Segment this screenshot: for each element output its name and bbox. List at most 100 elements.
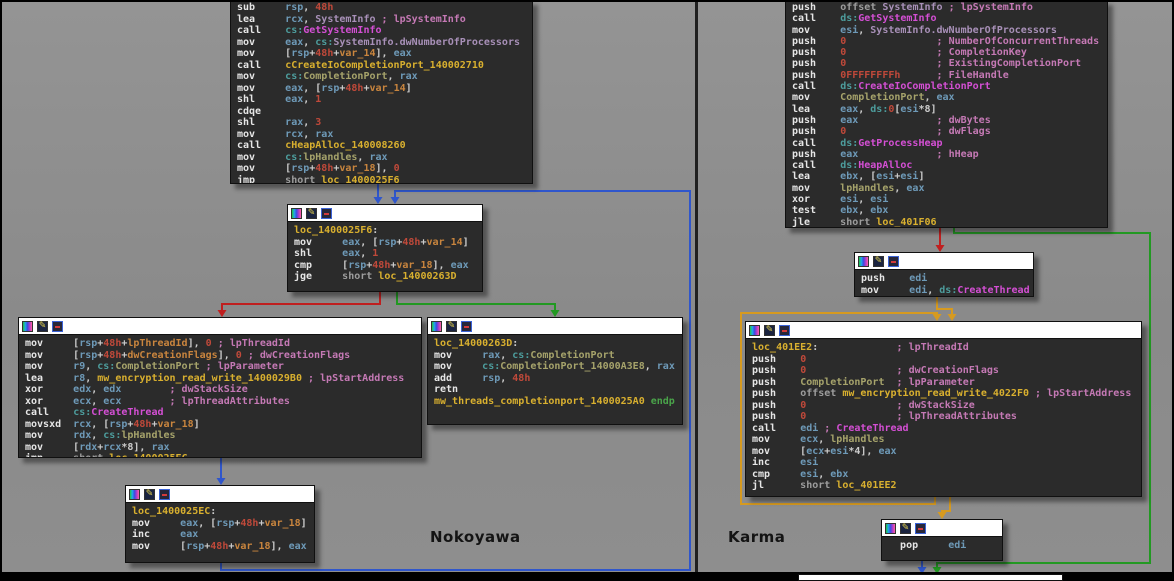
- asm-line: mov eax, [rsp+48h+var_14]: [294, 237, 482, 249]
- node-nokoyawa-loop-check[interactable]: ✎ loc_1400025F6:mov eax, [rsp+48h+var_14]…: [287, 204, 483, 292]
- node-comment-icon[interactable]: [52, 321, 63, 332]
- node-edit-icon[interactable]: ✎: [446, 321, 457, 332]
- asm-line: jmp short loc_1400025F6: [237, 175, 532, 185]
- node-comment-icon[interactable]: [779, 325, 790, 336]
- node-nokoyawa-entry[interactable]: sub rsp, 48hlea rcx, SystemInfo ; lpSyst…: [230, 0, 533, 184]
- asm-line: xor edx, edx ; dwStackSize: [25, 384, 421, 396]
- asm-line: push offset SystemInfo ; lpSystemInfo: [792, 2, 1107, 13]
- asm-line: mov CompletionPort, eax: [792, 92, 1107, 103]
- node-karma-pop-edi[interactable]: ✎ pop edi: [881, 519, 1003, 561]
- asm-line: loc_1400025EC:: [132, 506, 314, 518]
- node-karma-push-edi[interactable]: ✎ push edimov edi, ds:CreateThread: [854, 252, 1034, 297]
- asm-line: call ds:CreateIoCompletionPort: [792, 81, 1107, 92]
- asm-line: mov edi, ds:CreateThread: [861, 285, 1033, 297]
- node-edit-icon[interactable]: ✎: [37, 321, 48, 332]
- asm-line: lea ebx, [esi+esi]: [792, 171, 1107, 182]
- asm-code[interactable]: loc_14000263D:mov rax, cs:CompletionPort…: [428, 335, 682, 407]
- node-comment-icon[interactable]: [159, 489, 170, 500]
- node-edit-icon[interactable]: ✎: [900, 523, 911, 534]
- edge-karma-push-edi-to-karma-thread-loop: [937, 297, 952, 315]
- node-comment-icon[interactable]: [321, 208, 332, 219]
- asm-line: lea rcx, SystemInfo ; lpSystemInfo: [237, 14, 532, 26]
- asm-line: jge short loc_14000263D: [294, 271, 482, 283]
- asm-code[interactable]: loc_401EE2: ; lpThreadIdpush 0push 0 ; d…: [746, 339, 1141, 492]
- asm-line: mov r9, cs:CompletionPort ; lpParameter: [25, 361, 421, 373]
- asm-line: call ds:GetSystemInfo: [792, 13, 1107, 24]
- asm-line: call cs:CreateThread: [25, 407, 421, 419]
- asm-line: jl short loc_401EE2: [752, 480, 1141, 492]
- asm-line: sub rsp, 48h: [237, 2, 532, 14]
- node-edit-icon[interactable]: ✎: [306, 208, 317, 219]
- asm-code[interactable]: push offset SystemInfo ; lpSystemInfocal…: [786, 1, 1107, 228]
- node-titlebar: ✎: [746, 322, 1141, 339]
- node-color-icon[interactable]: [749, 325, 760, 336]
- node-titlebar: ✎: [288, 205, 482, 222]
- node-titlebar: ✎: [428, 318, 682, 335]
- asm-line: cmp [rsp+48h+var_18], eax: [294, 260, 482, 272]
- node-color-icon[interactable]: [22, 321, 33, 332]
- asm-line: mov [rsp+48h+var_18], 0: [237, 163, 532, 175]
- node-karma-after-loop[interactable]: [798, 574, 1063, 581]
- asm-line: cmp esi, ebx: [752, 469, 1141, 481]
- node-nokoyawa-create-thread[interactable]: ✎ mov [rsp+48h+lpThreadId], 0 ; lpThreadI…: [18, 317, 422, 458]
- asm-line: add rsp, 48h: [434, 373, 682, 385]
- edge-nokoyawa-loop-check-to-nokoyawa-create-thread: [222, 292, 380, 311]
- asm-line: push CompletionPort ; lpParameter: [752, 377, 1141, 389]
- edge-karma-thread-loop-to-karma-pop-edi: [942, 497, 950, 513]
- node-nokoyawa-exit[interactable]: ✎ loc_14000263D:mov rax, cs:CompletionPor…: [427, 317, 683, 425]
- graph-canvas[interactable]: sub rsp, 48hlea rcx, SystemInfo ; lpSyst…: [0, 0, 1174, 581]
- asm-code[interactable]: pop edi: [882, 537, 1002, 552]
- asm-code[interactable]: loc_1400025F6:mov eax, [rsp+48h+var_14]s…: [288, 222, 482, 283]
- asm-line: xor esi, esi: [792, 194, 1107, 205]
- asm-line: lea eax, ds:0[esi*8]: [792, 104, 1107, 115]
- asm-line: pop edi: [888, 540, 1002, 552]
- edge-arrowhead: [938, 512, 947, 519]
- node-nokoyawa-counter-inc[interactable]: ✎ loc_1400025EC:mov eax, [rsp+48h+var_18]…: [125, 485, 315, 563]
- node-karma-thread-loop[interactable]: ✎ loc_401EE2: ; lpThreadIdpush 0push 0 ; …: [745, 321, 1142, 497]
- node-comment-icon[interactable]: [888, 256, 899, 267]
- asm-line: call edi ; CreateThread: [752, 423, 1141, 435]
- node-color-icon[interactable]: [129, 489, 140, 500]
- asm-line: mov [rsp+48h+var_18], eax: [132, 541, 314, 553]
- asm-line: push 0 ; ExistingCompletionPort: [792, 58, 1107, 69]
- asm-line: mov rax, cs:CompletionPort: [434, 350, 682, 362]
- node-edit-icon[interactable]: ✎: [144, 489, 155, 500]
- asm-line: lea r8, mw_encryption_read_write_1400029…: [25, 373, 421, 385]
- node-comment-icon[interactable]: [915, 523, 926, 534]
- node-titlebar: ✎: [126, 486, 314, 503]
- node-color-icon[interactable]: [431, 321, 442, 332]
- asm-code[interactable]: loc_1400025EC:mov eax, [rsp+48h+var_18]i…: [126, 503, 314, 552]
- edge-arrowhead: [933, 314, 942, 321]
- node-edit-icon[interactable]: ✎: [873, 256, 884, 267]
- node-titlebar: ✎: [855, 253, 1033, 270]
- asm-code[interactable]: push edimov edi, ds:CreateThread: [855, 270, 1033, 296]
- asm-line: mov cs:CompletionPort, rax: [237, 71, 532, 83]
- asm-line: call ds:GetProcessHeap: [792, 138, 1107, 149]
- node-color-icon[interactable]: [858, 256, 869, 267]
- karma-label: Karma: [728, 528, 785, 546]
- asm-code[interactable]: mov [rsp+48h+lpThreadId], 0 ; lpThreadId…: [19, 335, 421, 458]
- node-karma-entry[interactable]: push offset SystemInfo ; lpSystemInfocal…: [785, 0, 1108, 228]
- asm-line: retn: [434, 384, 682, 396]
- edge-arrowhead: [936, 245, 945, 252]
- asm-line: push 0 ; dwStackSize: [752, 400, 1141, 412]
- asm-line: mov rcx, rax: [237, 129, 532, 141]
- asm-line: call cHeapAlloc_140008260: [237, 140, 532, 152]
- asm-line: push 0 ; lpThreadAttributes: [752, 411, 1141, 423]
- node-comment-icon[interactable]: [461, 321, 472, 332]
- asm-line: loc_1400025F6:: [294, 225, 482, 237]
- edge-arrowhead: [217, 478, 226, 485]
- asm-line: shl eax, 1: [237, 94, 532, 106]
- node-edit-icon[interactable]: ✎: [764, 325, 775, 336]
- node-color-icon[interactable]: [291, 208, 302, 219]
- asm-line: call cs:GetSystemInfo: [237, 25, 532, 37]
- asm-line: inc esi: [752, 457, 1141, 469]
- asm-line: xor ecx, ecx ; lpThreadAttributes: [25, 396, 421, 408]
- node-color-icon[interactable]: [885, 523, 896, 534]
- asm-line: push 0 ; dwCreationFlags: [752, 365, 1141, 377]
- frame-top: [0, 0, 1174, 2]
- asm-line: mov rdx, cs:lpHandles: [25, 430, 421, 442]
- edge-arrowhead: [218, 310, 227, 317]
- asm-code[interactable]: sub rsp, 48hlea rcx, SystemInfo ; lpSyst…: [231, 1, 532, 184]
- asm-line: shl rax, 3: [237, 117, 532, 129]
